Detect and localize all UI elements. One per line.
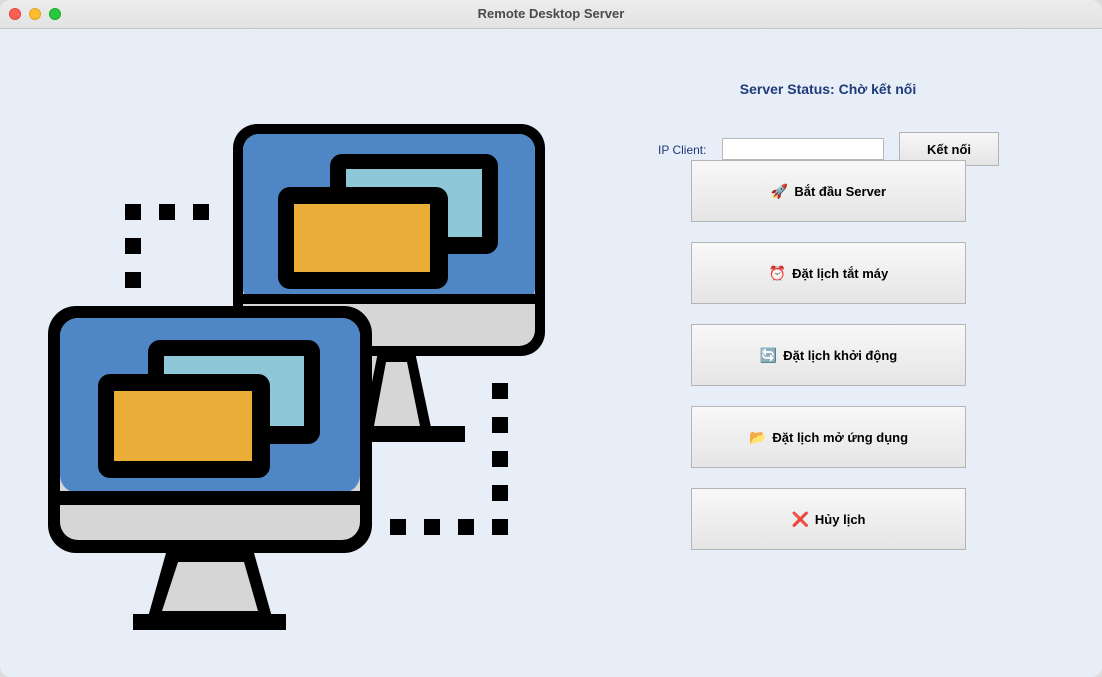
app-window: Remote Desktop Server Server Status: Chờ… (0, 0, 1102, 677)
schedule-shutdown-button[interactable]: ⏰ Đặt lịch tắt máy (691, 242, 966, 304)
cancel-schedule-label: Hủy lịch (814, 511, 866, 527)
start-server-label: Bắt đầu Server (794, 183, 887, 199)
window-title: Remote Desktop Server (477, 6, 625, 21)
refresh-icon: 🔄 (759, 347, 778, 363)
main-content: Server Status: Chờ kết nối IP Client: Kế… (0, 29, 1102, 677)
ip-client-label: IP Client: (658, 143, 707, 157)
schedule-open-app-button[interactable]: 📂 Đặt lịch mở ứng dụng (691, 406, 966, 468)
cancel-schedule-button[interactable]: ❌ Hủy lịch (691, 488, 966, 550)
rocket-icon: 🚀 (770, 183, 789, 199)
title-bar[interactable]: Remote Desktop Server (0, 0, 1102, 29)
ip-client-input[interactable] (722, 138, 884, 160)
front-monitor (48, 306, 372, 630)
remote-desktop-illustration (48, 124, 545, 630)
server-status-label: Server Status: Chờ kết nối (739, 81, 917, 97)
cross-mark-icon: ❌ (791, 511, 809, 527)
schedule-shutdown-label: Đặt lịch tắt máy (792, 265, 889, 281)
schedule-restart-button[interactable]: 🔄 Đặt lịch khởi động (691, 324, 966, 386)
start-server-button[interactable]: 🚀 Bắt đầu Server (691, 160, 966, 222)
schedule-open-app-label: Đặt lịch mở ứng dụng (772, 429, 909, 445)
alarm-clock-icon: ⏰ (768, 265, 787, 281)
schedule-restart-label: Đặt lịch khởi động (783, 347, 898, 363)
folder-icon: 📂 (748, 429, 767, 445)
